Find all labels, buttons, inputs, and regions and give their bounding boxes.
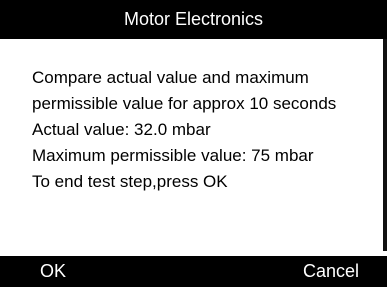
message-panel: Compare actual value and maximum permiss… (0, 39, 387, 251)
softkey-bar: OK Cancel (0, 256, 387, 287)
ok-button[interactable]: OK (40, 256, 66, 287)
max-value-line: Maximum permissible value: 75 mbar (32, 146, 314, 165)
message-line: permissible value for approx 10 seconds (32, 94, 337, 113)
message-line: Compare actual value and maximum (32, 68, 309, 87)
title-bar: Motor Electronics (0, 0, 387, 39)
message-text: Compare actual value and maximum permiss… (32, 65, 387, 195)
instruction-line: To end test step,press OK (32, 172, 228, 191)
actual-value-line: Actual value: 32.0 mbar (32, 120, 211, 139)
cancel-button[interactable]: Cancel (303, 256, 359, 287)
page-title: Motor Electronics (123, 9, 264, 29)
